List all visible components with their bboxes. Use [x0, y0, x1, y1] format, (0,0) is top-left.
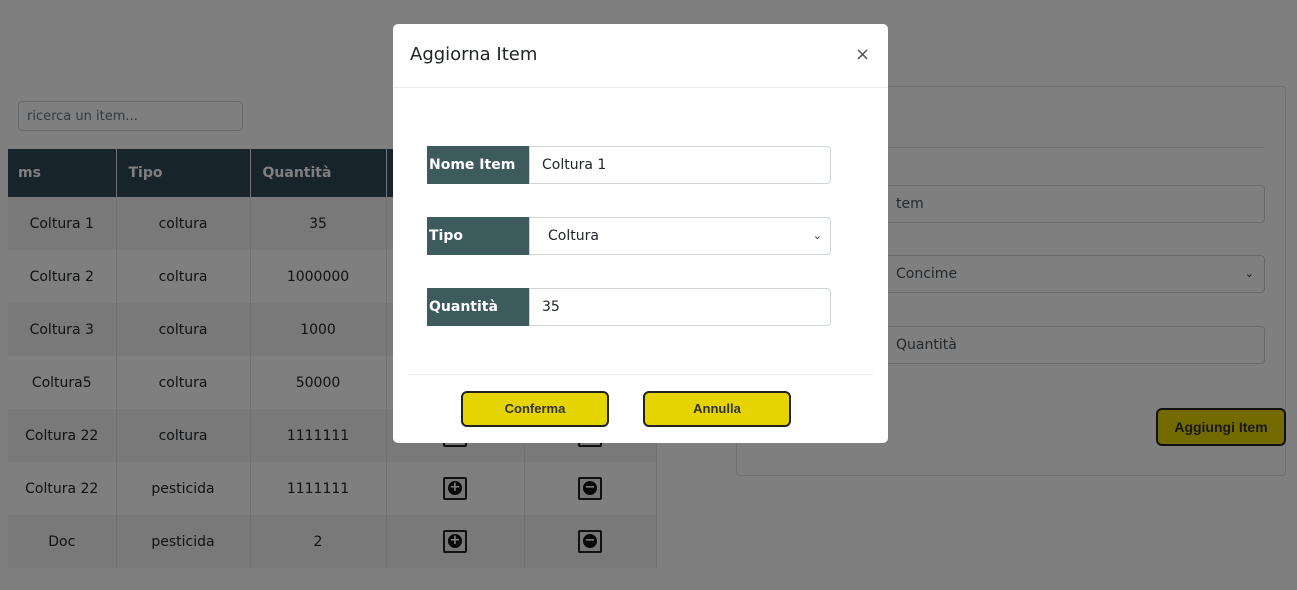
name-field[interactable]: Coltura 1 — [529, 146, 831, 184]
type-select[interactable]: Coltura ⌄ — [529, 217, 831, 255]
type-label: Tipo — [427, 217, 529, 255]
type-value: Coltura — [548, 228, 599, 244]
chevron-down-icon: ⌄ — [812, 229, 822, 242]
modal-title: Aggiorna Item — [410, 44, 538, 65]
modal-header: Aggiorna Item × — [393, 24, 888, 88]
update-item-modal: Aggiorna Item × Nome Item Coltura 1 Tipo… — [393, 24, 888, 443]
cancel-button[interactable]: Annulla — [643, 391, 791, 427]
qty-label: Quantità — [427, 288, 529, 326]
name-label: Nome Item — [427, 146, 529, 184]
modal-footer-divider — [409, 374, 873, 375]
close-icon[interactable]: × — [855, 44, 870, 65]
qty-field[interactable]: 35 — [529, 288, 831, 326]
confirm-button[interactable]: Conferma — [461, 391, 609, 427]
